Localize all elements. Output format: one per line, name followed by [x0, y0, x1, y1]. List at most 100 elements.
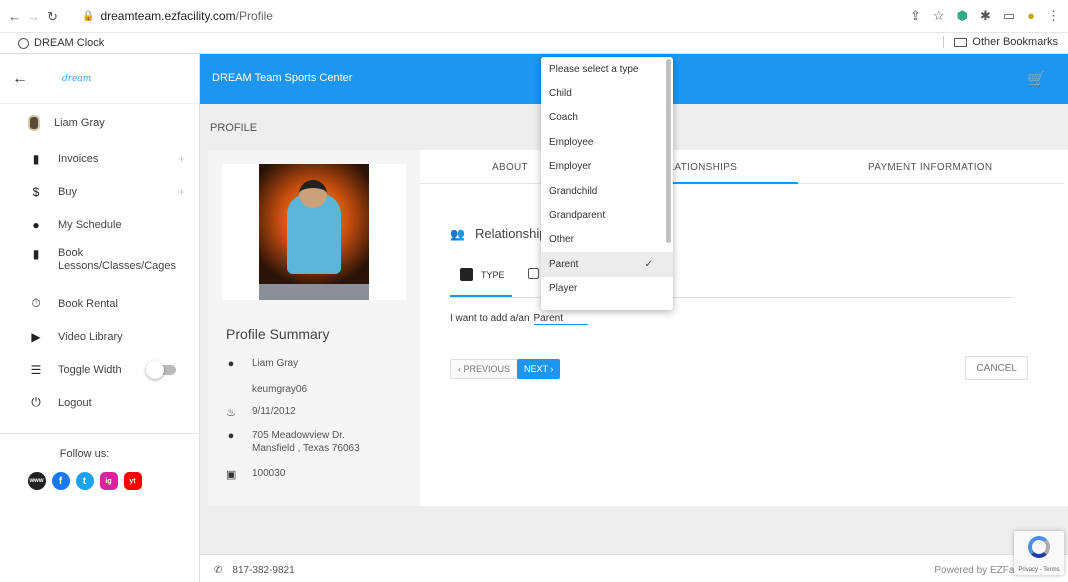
- menu-icon[interactable]: ⋮: [1047, 8, 1060, 24]
- sidebar: ← dream Liam Gray ▮ Invoices + $ Buy + ●…: [0, 54, 200, 582]
- footer-phone: ✆ 817-382-9821: [214, 565, 295, 576]
- subtab-details[interactable]: [528, 268, 539, 279]
- facebook-icon[interactable]: f: [51, 472, 70, 490]
- forward-arrow-icon[interactable]: →: [27, 9, 40, 24]
- dropdown-option[interactable]: Coach: [541, 106, 673, 130]
- sidepanel-icon[interactable]: ▭: [1003, 8, 1015, 24]
- sidebar-item-label: Toggle Width: [58, 363, 122, 376]
- phone-icon: ✆: [214, 565, 223, 576]
- dropdown-option[interactable]: Grandparent: [541, 203, 673, 227]
- recaptcha-terms[interactable]: Privacy - Terms: [1014, 567, 1064, 573]
- profile-id-row: ▣ 100030: [226, 468, 285, 481]
- page-footer: ✆ 817-382-9821 Powered by EZFacility ®: [200, 554, 1068, 582]
- location-pin-icon: ●: [227, 430, 235, 442]
- address-bar[interactable]: 🔒 dreamteam.ezfacility.com/Profile: [82, 5, 942, 27]
- back-arrow-icon[interactable]: ←: [8, 9, 21, 24]
- sidebar-item-book-lessons[interactable]: ▮ Book Lessons/Classes/Cages: [0, 241, 199, 287]
- power-icon: ⏻: [31, 395, 41, 409]
- profile-icon[interactable]: ●: [1027, 8, 1035, 24]
- profile-tabs-card: ABOUT RELATIONSHIPS PAYMENT INFORMATION …: [420, 150, 1068, 506]
- dropdown-option[interactable]: Player: [541, 277, 673, 301]
- plus-icon[interactable]: +: [178, 185, 185, 199]
- youtube-icon[interactable]: yt: [123, 472, 142, 490]
- dropdown-option[interactable]: Please select a type: [541, 57, 673, 81]
- dropdown-option[interactable]: Other: [541, 228, 673, 252]
- profile-card: Profile Summary ● Liam Gray keumgray06 ♨…: [208, 150, 420, 506]
- bookmark-label: DREAM Clock: [34, 37, 105, 49]
- cake-icon: ♨: [226, 407, 236, 419]
- url-domain: dreamteam.ezfacility.com: [100, 9, 236, 23]
- person-icon: ●: [32, 217, 40, 232]
- previous-button[interactable]: ‹ PREVIOUS: [450, 359, 519, 379]
- share-icon[interactable]: ⇪: [910, 8, 921, 24]
- tab-payment-information[interactable]: PAYMENT INFORMATION: [868, 162, 992, 173]
- sidebar-user[interactable]: Liam Gray: [0, 104, 199, 142]
- phone-number[interactable]: 817-382-9821: [232, 565, 294, 576]
- profile-summary-heading: Profile Summary: [226, 326, 330, 342]
- next-button[interactable]: NEXT ›: [517, 359, 561, 379]
- sidebar-user-name: Liam Gray: [54, 117, 105, 129]
- profile-username-row: keumgray06: [252, 384, 307, 395]
- person-card-icon: [528, 268, 539, 279]
- subtab-type[interactable]: TYPE: [460, 268, 505, 281]
- plus-icon[interactable]: +: [178, 152, 185, 166]
- follow-us-label: Follow us:: [59, 448, 110, 460]
- cart-icon[interactable]: 🛒: [1027, 70, 1046, 88]
- sidebar-item-invoices[interactable]: ▮ Invoices +: [0, 142, 199, 175]
- lock-icon: 🔒: [82, 10, 95, 22]
- relationships-heading: 👥 Relationships: [450, 226, 553, 241]
- book-icon: ▮: [32, 247, 40, 261]
- dropdown-option[interactable]: Grandchild: [541, 179, 673, 203]
- reload-icon[interactable]: ↻: [47, 9, 58, 25]
- dropdown-option[interactable]: Employer: [541, 155, 673, 179]
- profile-username: keumgray06: [252, 384, 308, 395]
- profile-birthdate: 9/11/2012: [252, 406, 296, 417]
- puzzle-icon[interactable]: ✱: [980, 8, 991, 24]
- dropdown-option-label: Parent: [549, 258, 579, 270]
- sidebar-item-buy[interactable]: $ Buy +: [0, 175, 199, 208]
- recaptcha-logo-icon: [1028, 536, 1050, 558]
- recaptcha-badge[interactable]: Privacy - Terms: [1014, 531, 1064, 575]
- instagram-icon[interactable]: ig: [99, 472, 118, 490]
- header-title[interactable]: DREAM Team Sports Center: [212, 72, 352, 84]
- other-bookmarks-label: Other Bookmarks: [972, 36, 1058, 48]
- back-arrow-icon[interactable]: ←: [0, 70, 40, 88]
- sidebar-item-label: Logout: [58, 396, 92, 409]
- profile-tabs: ABOUT RELATIONSHIPS PAYMENT INFORMATION: [420, 150, 1064, 184]
- sidebar-item-logout[interactable]: ⏻ Logout: [0, 386, 199, 419]
- website-icon[interactable]: www: [27, 472, 46, 490]
- relationship-type-select[interactable]: Parent: [533, 313, 588, 325]
- stopwatch-icon: ⏱: [31, 296, 41, 310]
- dropdown-option[interactable]: Child: [541, 81, 673, 105]
- cancel-button[interactable]: CANCEL: [965, 356, 1028, 380]
- dropdown-option-selected[interactable]: Parent ✓: [541, 252, 673, 277]
- sidebar-item-label: Video Library: [58, 330, 123, 343]
- subtab-type-label: TYPE: [481, 269, 505, 280]
- extension-icon[interactable]: ⬢: [957, 8, 968, 24]
- other-bookmarks[interactable]: Other Bookmarks: [943, 36, 1058, 48]
- add-relationship-line: I want to add a/an Parent: [450, 313, 588, 325]
- browser-toolbar: ← → ↻ 🔒 dreamteam.ezfacility.com/Profile…: [0, 0, 1068, 33]
- sidebar-item-video-library[interactable]: ▶ Video Library: [0, 320, 199, 353]
- profile-name: Liam Gray: [252, 358, 299, 369]
- dropdown-scrollbar[interactable]: [666, 59, 671, 243]
- tab-about[interactable]: ABOUT: [492, 162, 528, 173]
- dropdown-option[interactable]: Employee: [541, 130, 673, 154]
- page-title: PROFILE: [210, 122, 258, 134]
- sidebar-item-book-rental[interactable]: ⏱ Book Rental: [0, 287, 199, 320]
- dollar-icon: $: [32, 184, 40, 199]
- checkmark-icon: ✓: [644, 258, 653, 270]
- sidebar-item-my-schedule[interactable]: ● My Schedule: [0, 208, 199, 241]
- relationship-type-dropdown[interactable]: Please select a type Child Coach Employe…: [541, 57, 673, 310]
- star-icon[interactable]: ☆: [933, 8, 945, 24]
- active-subtab-indicator: [450, 295, 512, 297]
- add-relationship-label: I want to add a/an: [450, 313, 530, 324]
- twitter-icon[interactable]: t: [75, 472, 94, 490]
- bookmark-dream-clock[interactable]: DREAM Clock: [18, 37, 104, 49]
- people-icon: 👥: [450, 226, 465, 241]
- document-icon: ▮: [32, 151, 40, 166]
- toggle-width-switch[interactable]: [145, 360, 176, 379]
- dream-logo[interactable]: dream: [62, 74, 91, 84]
- sidebar-item-toggle-width[interactable]: ☰ Toggle Width: [0, 353, 199, 386]
- sidebar-item-label: My Schedule: [58, 218, 122, 231]
